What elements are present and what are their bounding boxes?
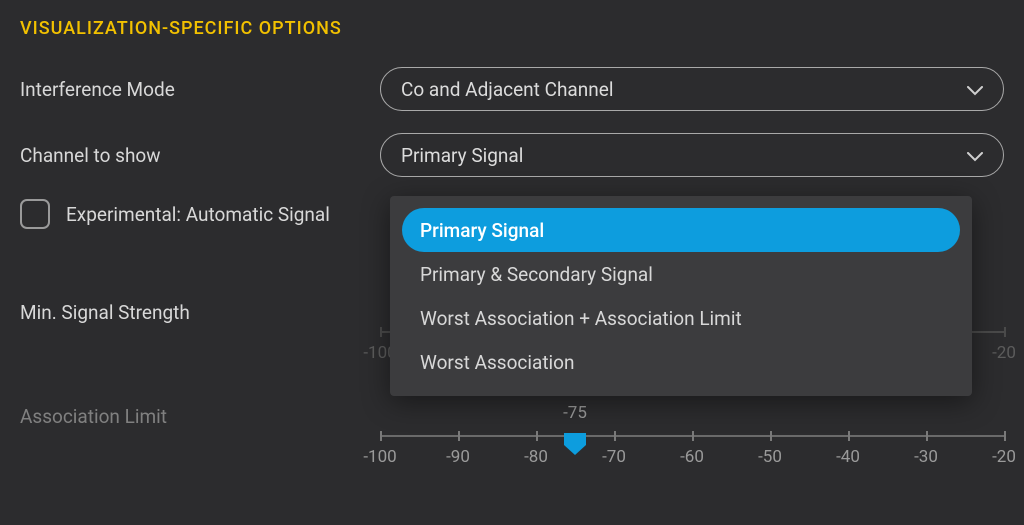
slider-tick-label: -30 — [914, 447, 938, 467]
dropdown-item[interactable]: Primary & Secondary Signal — [402, 252, 960, 296]
slider-tick-label: -70 — [602, 447, 626, 467]
select-interference-mode[interactable]: Co and Adjacent Channel — [380, 67, 1004, 111]
slider-tick-label: -40 — [836, 447, 860, 467]
slider-tick-label: -20 — [992, 343, 1016, 363]
dropdown-item[interactable]: Worst Association — [402, 340, 960, 384]
label-min-signal-strength: Min. Signal Strength — [20, 299, 380, 324]
label-association-limit: Association Limit — [20, 403, 380, 428]
slider-tick-label: -100 — [363, 447, 396, 467]
slider-tick-label: -90 — [446, 447, 470, 467]
select-channel-to-show-value: Primary Signal — [401, 144, 523, 167]
select-interference-mode-value: Co and Adjacent Channel — [401, 78, 613, 101]
chevron-down-icon — [967, 144, 983, 167]
dropdown-channel-to-show: Primary SignalPrimary & Secondary Signal… — [390, 196, 972, 396]
slider-tick-label: -50 — [758, 447, 782, 467]
label-experimental: Experimental: Automatic Signal — [66, 203, 330, 226]
slider-tick-label: -80 — [524, 447, 548, 467]
row-interference-mode: Interference Mode Co and Adjacent Channe… — [20, 67, 1004, 111]
checkbox-experimental[interactable] — [20, 199, 50, 229]
slider-association-limit[interactable]: -75-100-90-80-70-60-50-40-30-20 — [380, 403, 1004, 467]
row-association-limit: Association Limit -75 -100 -90 -80 -70 -60 -50… — [20, 403, 1004, 467]
chevron-down-icon — [967, 78, 983, 101]
dropdown-item[interactable]: Worst Association + Association Limit — [402, 296, 960, 340]
slider-value: -75 — [563, 403, 587, 423]
row-channel-to-show: Channel to show Primary Signal — [20, 133, 1004, 177]
slider-tick-label: -20 — [992, 447, 1016, 467]
slider-track[interactable] — [380, 435, 1004, 437]
dropdown-item[interactable]: Primary Signal — [402, 208, 960, 252]
slider-tick-label: -60 — [680, 447, 704, 467]
section-title: VISUALIZATION-SPECIFIC OPTIONS — [20, 18, 1004, 39]
label-channel-to-show: Channel to show — [20, 144, 380, 167]
label-interference-mode: Interference Mode — [20, 78, 380, 101]
select-channel-to-show[interactable]: Primary Signal — [380, 133, 1004, 177]
